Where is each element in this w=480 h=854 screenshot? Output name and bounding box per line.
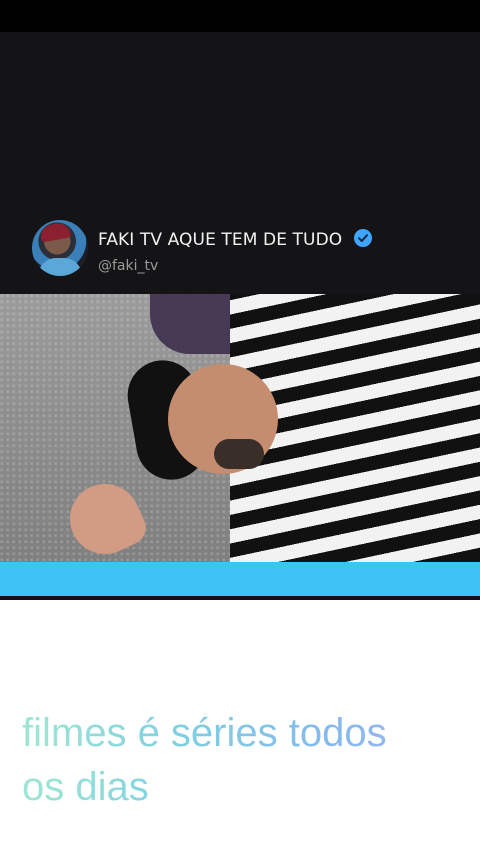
caption-text: filmes é séries todos os dias bbox=[22, 706, 472, 814]
accent-bar bbox=[0, 562, 480, 596]
channel-avatar[interactable] bbox=[32, 220, 88, 276]
top-status-bar bbox=[0, 0, 480, 32]
caption-line-1: filmes é séries todos bbox=[22, 711, 387, 755]
avatar-body bbox=[38, 258, 82, 276]
person-beard bbox=[214, 439, 264, 469]
avatar-hat bbox=[38, 221, 72, 243]
video-frame[interactable] bbox=[0, 294, 480, 562]
verified-badge-icon bbox=[353, 229, 372, 247]
channel-handle[interactable]: @faki_tv bbox=[98, 258, 158, 274]
channel-name[interactable]: FAKI TV AQUE TEM DE TUDO bbox=[98, 229, 372, 250]
channel-name-text: FAKI TV AQUE TEM DE TUDO bbox=[98, 230, 343, 250]
caption-line-2: os dias bbox=[22, 765, 149, 809]
